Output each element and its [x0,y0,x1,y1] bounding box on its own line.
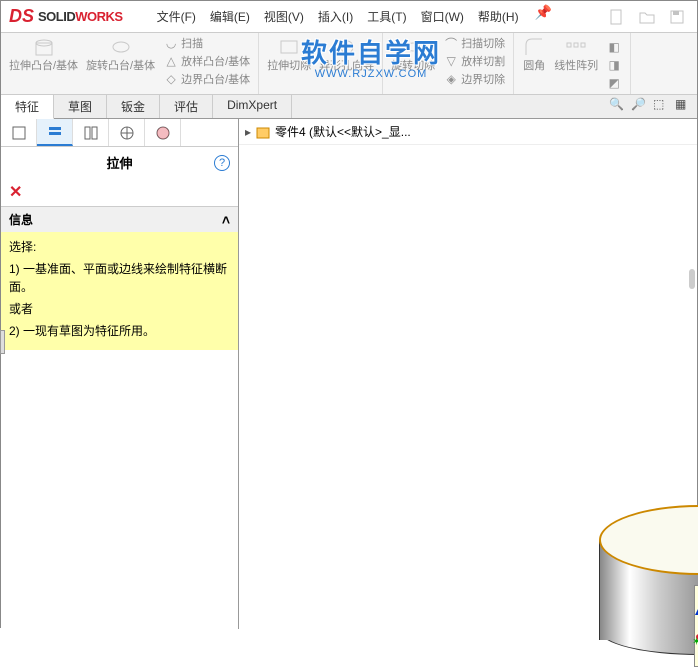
property-manager-tab[interactable] [37,119,73,146]
loft-button[interactable]: △放样凸台/基体 [163,53,250,69]
open-icon[interactable] [635,5,659,29]
menu-edit[interactable]: 编辑(E) [204,4,256,29]
extrude-boss-button[interactable]: 拉伸凸台/基体 [5,35,82,87]
sweep-cut-button[interactable]: ⌒扫描切除 [443,35,505,51]
breadcrumb: ▸ 零件4 (默认<<默认>_显... [239,119,697,145]
viewport: ▸ 零件4 (默认<<默认>_显... 凸台-拉伸1 ✶ [239,119,697,629]
view-orient-icon[interactable]: ⬚ [653,97,671,115]
command-tabbar: 特征 草图 钣金 评估 DimXpert 🔍 🔎 ⬚ ▦ [1,95,697,119]
ribbon-group-features: 拉伸凸台/基体 旋转凸台/基体 ◡扫描 △放样凸台/基体 ◇边界凸台/基体 [1,33,259,94]
part-icon [255,124,271,140]
sweep-cut-icon: ⌒ [443,35,459,51]
info-heading: 信息 [9,211,33,228]
ribbon-group-modify: 圆角 线性阵列 ◧ ◨ ◩ [514,33,631,94]
pm-title: 拉伸 [106,153,132,172]
linear-pattern-button[interactable]: 线性阵列 [550,35,602,91]
info-body: 选择: 1) 一基准面、平面或边线来绘制特征横断面。 或者 2) 一现有草图为特… [1,232,238,350]
pm-header: 拉伸 ? [1,147,238,178]
solidworks-logo-icon: DS [9,6,34,27]
revolve-boss-button[interactable]: 旋转凸台/基体 [82,35,159,87]
revolve-cut-icon [401,35,425,59]
menu-window[interactable]: 窗口(W) [415,4,470,29]
property-manager-panel: 拉伸 ? ✕ 信息 ˄ 选择: 1) 一基准面、平面或边线来绘制特征横断面。 或… [1,119,239,629]
boundary-button[interactable]: ◇边界凸台/基体 [163,71,250,87]
hole-wizard-button[interactable]: 异形孔向导 [315,35,378,72]
breadcrumb-arrow-icon[interactable]: ▸ [245,125,251,139]
tab-sketch[interactable]: 草图 [54,95,107,118]
select-label: 选择: [9,238,230,256]
sweep-icon: ◡ [163,35,179,51]
menu-items: 文件(F) 编辑(E) 视图(V) 插入(I) 工具(T) 窗口(W) 帮助(H… [151,4,552,29]
cancel-button[interactable]: ✕ [9,184,22,201]
panel-resize-handle[interactable] [0,330,5,354]
tab-dimxpert[interactable]: DimXpert [213,95,292,118]
workspace: 拉伸 ? ✕ 信息 ˄ 选择: 1) 一基准面、平面或边线来绘制特征横断面。 或… [1,119,697,629]
option-2: 2) 一现有草图为特征所用。 [9,322,230,340]
app-logo: DS SOLIDWORKS [1,6,131,27]
dimxpert-tab[interactable] [109,119,145,146]
app-name: SOLIDWORKS [38,9,123,24]
breadcrumb-part[interactable]: 零件4 (默认<<默认>_显... [275,123,411,140]
menu-file[interactable]: 文件(F) [151,4,202,29]
extrude-icon [32,35,56,59]
ribbon-group-cut: 拉伸切除 异形孔向导 [259,33,383,94]
quick-access [605,5,697,29]
info-section: 信息 ˄ 选择: 1) 一基准面、平面或边线来绘制特征横断面。 或者 2) 一现… [1,206,238,350]
display-style-icon[interactable]: ▦ [675,97,693,115]
loft-cut-button[interactable]: ▽放样切割 [443,53,505,69]
or-label: 或者 [9,300,230,318]
fillet-button[interactable]: 圆角 [518,35,550,91]
fillet-icon [522,35,546,59]
view-toolbar: 🔍 🔎 ⬚ ▦ [609,97,693,115]
revolve-icon [109,35,133,59]
svg-text:✶: ✶ [692,636,698,648]
ribbon: 拉伸凸台/基体 旋转凸台/基体 ◡扫描 △放样凸台/基体 ◇边界凸台/基体 拉伸… [1,33,697,95]
feature-tree-tab[interactable] [1,119,37,146]
graphics-area[interactable]: 凸台-拉伸1 ✶ [239,145,697,625]
ribbon-group-cut2: 旋转切除 ⌒扫描切除 ▽放样切割 ◈边界切除 [383,33,514,94]
zoom-fit-icon[interactable]: 🔍 [609,97,627,115]
hole-icon [335,35,359,59]
extrude-cut-icon [277,35,301,59]
loft-cut-icon: ▽ [443,53,459,69]
menubar: DS SOLIDWORKS 文件(F) 编辑(E) 视图(V) 插入(I) 工具… [1,1,697,33]
sweep-button[interactable]: ◡扫描 [163,35,203,51]
boundary-cut-button[interactable]: ◈边界切除 [443,71,505,87]
origin-triad[interactable]: ✶ [684,607,698,650]
scrollbar-thumb[interactable] [689,269,695,289]
info-header[interactable]: 信息 ˄ [1,207,238,232]
appearance-tab[interactable] [145,119,181,146]
option-1: 1) 一基准面、平面或边线来绘制特征横断面。 [9,260,230,296]
menu-tools[interactable]: 工具(T) [361,4,412,29]
revolve-cut-button[interactable]: 旋转切除 [387,35,439,87]
zoom-area-icon[interactable]: 🔎 [631,97,649,115]
menu-view[interactable]: 视图(V) [258,4,310,29]
tab-sheetmetal[interactable]: 钣金 [107,95,160,118]
chevron-up-icon: ˄ [222,212,230,228]
loft-icon: △ [163,53,179,69]
config-tab[interactable] [73,119,109,146]
help-icon[interactable]: ? [214,155,230,171]
boundary-icon: ◇ [163,71,179,87]
rib-icon[interactable]: ◧ [606,39,622,55]
tab-evaluate[interactable]: 评估 [160,95,213,118]
extrude-cut-button[interactable]: 拉伸切除 [263,35,315,72]
menu-insert[interactable]: 插入(I) [312,4,359,29]
pattern-icon [564,35,588,59]
draft-icon[interactable]: ◨ [606,57,622,73]
menu-help[interactable]: 帮助(H) [472,4,525,29]
panel-tabs [1,119,238,147]
shell-icon[interactable]: ◩ [606,75,622,91]
pin-icon[interactable]: 📌 [535,4,552,29]
save-icon[interactable] [665,5,689,29]
new-icon[interactable] [605,5,629,29]
tab-feature[interactable]: 特征 [1,95,54,119]
pm-actions: ✕ [1,178,238,206]
boundary-cut-icon: ◈ [443,71,459,87]
